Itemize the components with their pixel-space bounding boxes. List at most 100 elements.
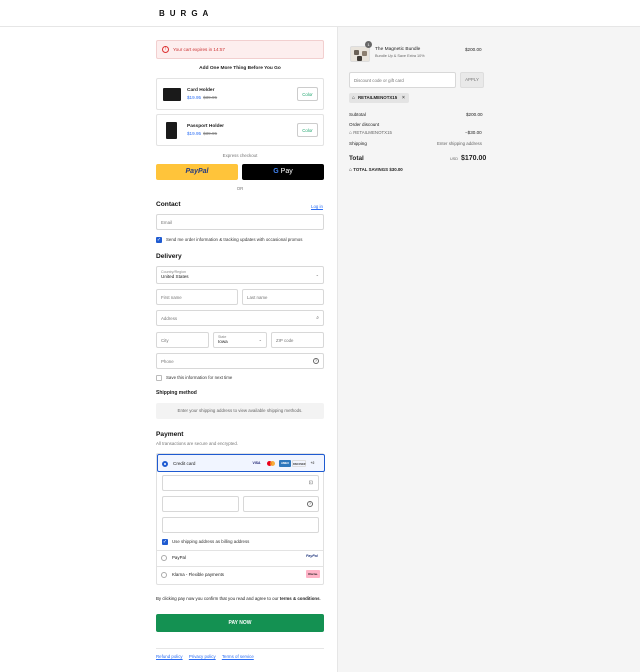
country-value: United States — [161, 274, 189, 279]
consent-text: By clicking pay now you confirm that you… — [156, 596, 321, 601]
credit-card-label: Credit card — [173, 461, 196, 466]
alert-icon: ! — [162, 46, 169, 53]
brand-logo[interactable]: BURGA — [159, 9, 213, 18]
name-on-card-field[interactable] — [162, 517, 319, 533]
country-select[interactable]: Country/Region United States ⌄ — [156, 266, 324, 284]
order-discount-label: Order discount — [349, 122, 380, 127]
applied-code-text: RETAILMENOTX15 — [358, 95, 398, 100]
credit-card-radio[interactable] — [162, 461, 168, 467]
express-checkout-label: Express checkout — [222, 153, 258, 158]
state-value: Iowa — [218, 339, 228, 344]
first-name-field[interactable]: First name — [156, 289, 238, 305]
save-info-checkbox[interactable] — [156, 375, 162, 381]
upsell-price: $19.95 $39.95 — [187, 131, 218, 136]
total-savings: ⌂ TOTAL SAVINGS $30.00 — [349, 167, 403, 173]
google-icon: G — [273, 168, 279, 175]
applied-code-tag: ⌂ RETAILMENOTX15 × — [349, 93, 409, 103]
credit-card-option[interactable]: Credit card VISA AMEX DISCOVER +2 — [157, 454, 325, 472]
product-name: The Magnetic Bundle — [375, 47, 421, 52]
payment-methods: Credit card VISA AMEX DISCOVER +2 ⊡ ? ✓ … — [156, 453, 325, 585]
product-price: $200.00 — [465, 47, 482, 52]
klarna-logo: Klarna. — [306, 570, 320, 578]
upsell-name: Passport Holder — [187, 124, 225, 129]
security-code-field[interactable]: ? — [243, 496, 319, 512]
subtotal-label: Subtotal — [349, 112, 366, 117]
savings-value: $30.00 — [389, 167, 403, 172]
currency-code: USD — [450, 157, 459, 161]
upsell-card: Card Holder $19.95 $39.95 Color — [156, 78, 324, 110]
klarna-radio[interactable] — [161, 572, 167, 578]
upsell-color-button[interactable]: Color — [297, 123, 318, 137]
tag-icon: ⌂ — [352, 95, 356, 101]
discount-value: −$30.00 — [465, 130, 482, 135]
product-variant: Bundle Up & Save Extra 10% — [375, 54, 425, 58]
billing-same-checkbox[interactable]: ✓ — [162, 539, 168, 545]
privacy-policy-link[interactable]: Privacy policy — [189, 654, 216, 659]
expiration-field[interactable] — [162, 496, 239, 512]
klarna-option-label[interactable]: Klarna - Flexible payments — [172, 572, 224, 577]
subtotal-value: $200.00 — [466, 112, 483, 117]
upsell-name: Card Holder — [187, 88, 215, 93]
save-info-label: Save this information for next time — [166, 375, 233, 380]
terms-link[interactable]: terms & conditions — [280, 596, 320, 601]
shipping-method-heading: Shipping method — [156, 390, 197, 396]
help-icon[interactable]: ? — [307, 501, 313, 507]
card-number-field[interactable]: ⊡ — [162, 475, 319, 491]
mastercard-icon — [265, 460, 278, 467]
tag-icon: ⌂ — [349, 130, 353, 136]
billing-same-label: Use shipping address as billing address — [172, 539, 250, 544]
login-link[interactable]: Log in — [311, 204, 323, 209]
search-icon: ⌕ — [316, 315, 319, 321]
newsletter-checkbox[interactable]: ✓ — [156, 237, 162, 243]
last-name-field[interactable]: Last name — [242, 289, 324, 305]
card-holder-image — [163, 88, 181, 101]
upsell-price: $19.95 $39.95 — [187, 95, 218, 100]
savings-label: TOTAL SAVINGS — [353, 167, 389, 172]
cart-timer-banner: ! Your cart expires in 14:57 — [156, 40, 324, 59]
chevron-down-icon: ⌄ — [258, 337, 262, 342]
address-field[interactable]: Address ⌕ — [156, 310, 324, 326]
payment-heading: Payment — [156, 431, 184, 438]
paypal-express-button[interactable]: PayPal — [156, 164, 238, 180]
contact-heading: Contact — [156, 201, 181, 208]
terms-of-service-link[interactable]: Terms of service — [222, 654, 254, 659]
shipping-value: Enter shipping address — [437, 141, 482, 146]
footer-links: Refund policy Privacy policy Terms of se… — [156, 654, 259, 659]
refund-policy-link[interactable]: Refund policy — [156, 654, 183, 659]
help-icon[interactable]: ? — [313, 358, 319, 364]
pay-now-button[interactable]: PAY NOW — [156, 614, 324, 632]
order-summary-panel — [337, 27, 640, 672]
zip-field[interactable]: ZIP code — [271, 332, 324, 348]
google-pay-button[interactable]: G Pay — [242, 164, 324, 180]
apply-button[interactable]: APPLY — [460, 72, 484, 88]
chevron-down-icon: ⌄ — [315, 272, 319, 277]
upsell-card: Passport Holder $19.95 $39.95 Color — [156, 114, 324, 146]
lock-icon: ⊡ — [308, 480, 313, 486]
cart-timer-text: Your cart expires in 14:57 — [173, 47, 225, 52]
upsell-title: Add One More Thing Before You Go — [199, 66, 281, 71]
state-select[interactable]: State Iowa ⌄ — [213, 332, 267, 348]
amex-icon: AMEX — [279, 460, 291, 467]
product-thumbnail — [350, 46, 370, 62]
delivery-heading: Delivery — [156, 253, 182, 260]
newsletter-label: Send me order information & tracking upd… — [166, 237, 303, 242]
discount-input[interactable]: Discount code or gift card — [349, 72, 456, 88]
discount-code: RETAILMENOTX15 — [353, 130, 392, 135]
discount-code-line: ⌂ RETAILMENOTX15 — [349, 130, 392, 136]
tag-icon: ⌂ — [349, 167, 353, 173]
paypal-radio[interactable] — [161, 555, 167, 561]
city-field[interactable]: City — [156, 332, 209, 348]
shipping-method-placeholder: Enter your shipping address to view avai… — [156, 403, 324, 419]
divider — [157, 550, 323, 551]
shipping-label: Shipping — [349, 141, 367, 146]
divider — [157, 566, 323, 567]
email-field[interactable]: Email — [156, 214, 324, 230]
total-label: Total — [349, 155, 364, 162]
upsell-color-button[interactable]: Color — [297, 87, 318, 101]
visa-icon: VISA — [252, 461, 261, 465]
remove-code-icon[interactable]: × — [402, 93, 405, 103]
or-divider: OR — [236, 186, 244, 191]
discover-icon: DISCOVER — [292, 460, 306, 467]
paypal-option-label[interactable]: PayPal — [172, 555, 186, 560]
phone-field[interactable]: Phone ? — [156, 353, 324, 369]
